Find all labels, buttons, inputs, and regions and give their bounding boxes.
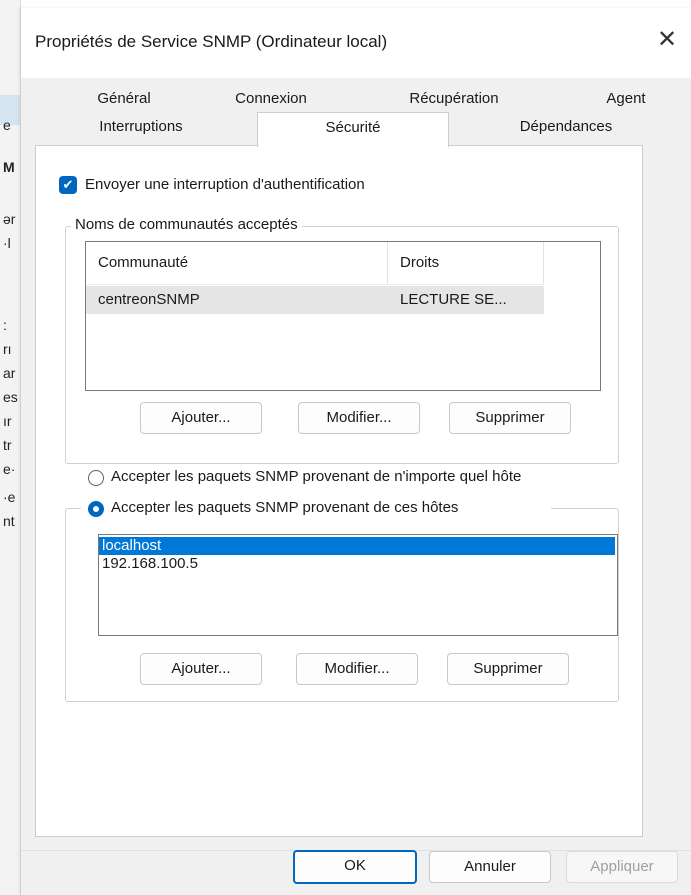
checkmark-icon: ✔ <box>62 177 74 192</box>
host-add-button[interactable]: Ajouter... <box>140 653 262 685</box>
close-button[interactable]: ✕ <box>652 24 682 56</box>
accept-these-hosts-label: Accepter les paquets SNMP provenant de c… <box>111 499 459 516</box>
column-header-rights[interactable]: Droits <box>388 242 544 284</box>
tab-agent[interactable]: Agent <box>581 84 671 114</box>
accept-any-host-radio[interactable] <box>88 470 104 486</box>
background-text-fragment: e· <box>3 461 16 477</box>
background-text-fragment: ır <box>3 413 12 429</box>
communities-list[interactable]: Communauté Droits centreonSNMP LECTURE S… <box>85 241 601 391</box>
dialog-title: Propriétés de Service SNMP (Ordinateur l… <box>35 32 388 51</box>
background-text-fragment: rı <box>3 341 12 357</box>
tab-dependances[interactable]: Dépendances <box>491 112 641 142</box>
background-text-fragment: ·e <box>3 489 16 505</box>
tab-connexion[interactable]: Connexion <box>211 84 331 114</box>
background-text-fragment: tr <box>3 437 12 453</box>
community-edit-button[interactable]: Modifier... <box>298 402 420 434</box>
community-name-cell: centreonSNMP <box>98 291 200 308</box>
background-window: e M ər ·l : rı ar es ır tr e· ·e nt <box>0 0 21 895</box>
accept-any-host-label: Accepter les paquets SNMP provenant de n… <box>111 468 522 485</box>
communities-list-header: Communauté Droits <box>86 242 544 285</box>
background-text-fragment: ar <box>3 365 16 381</box>
hosts-list[interactable]: localhost 192.168.100.5 <box>98 534 618 636</box>
communities-group-title: Noms de communautés acceptés <box>71 216 302 233</box>
accept-these-hosts-radio[interactable] <box>88 501 104 517</box>
tab-securite[interactable]: Sécurité <box>257 112 449 147</box>
community-remove-button[interactable]: Supprimer <box>449 402 571 434</box>
background-text-fragment: nt <box>3 513 15 529</box>
community-add-button[interactable]: Ajouter... <box>140 402 262 434</box>
host-remove-button[interactable]: Supprimer <box>447 653 569 685</box>
background-text-fragment: M <box>3 159 15 175</box>
table-row[interactable]: centreonSNMP LECTURE SE... <box>86 286 544 314</box>
ok-button[interactable]: OK <box>293 850 417 884</box>
title-bar[interactable]: Propriétés de Service SNMP (Ordinateur l… <box>21 8 691 78</box>
background-text-fragment: : <box>3 317 7 333</box>
auth-trap-label: Envoyer une interruption d'authentificat… <box>85 176 365 193</box>
community-rights-cell: LECTURE SE... <box>400 291 507 308</box>
list-item[interactable]: localhost <box>99 537 615 555</box>
background-text-fragment: ər <box>3 211 16 227</box>
snmp-properties-dialog: Propriétés de Service SNMP (Ordinateur l… <box>20 8 691 895</box>
background-text-fragment: es <box>3 389 18 405</box>
apply-button[interactable]: Appliquer <box>566 851 678 883</box>
auth-trap-checkbox[interactable]: ✔ <box>59 176 77 194</box>
host-edit-button[interactable]: Modifier... <box>296 653 418 685</box>
tab-interruptions[interactable]: Interruptions <box>81 112 201 142</box>
background-text-fragment: ·l <box>3 235 11 251</box>
background-text-fragment: e <box>3 117 11 133</box>
tab-general[interactable]: Général <box>69 84 179 114</box>
tab-recuperation[interactable]: Récupération <box>379 84 529 114</box>
column-header-community[interactable]: Communauté <box>86 242 388 284</box>
close-icon: ✕ <box>656 26 678 53</box>
cancel-button[interactable]: Annuler <box>429 851 551 883</box>
list-item[interactable]: 192.168.100.5 <box>99 555 615 573</box>
